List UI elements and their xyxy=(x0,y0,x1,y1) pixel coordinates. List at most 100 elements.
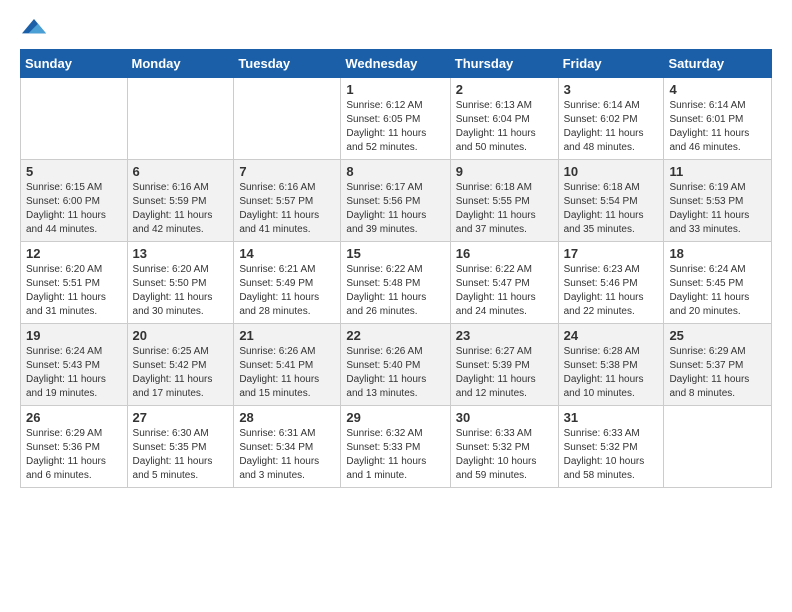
calendar-week-row: 12 Sunrise: 6:20 AM Sunset: 5:51 PM Dayli… xyxy=(21,242,772,324)
day-info: Sunrise: 6:13 AM Sunset: 6:04 PM Dayligh… xyxy=(456,99,553,155)
calendar-week-row: 26 Sunrise: 6:29 AM Sunset: 5:36 PM Dayli… xyxy=(21,406,772,488)
day-info: Sunrise: 6:20 AM Sunset: 5:51 PM Dayligh… xyxy=(26,263,122,319)
day-info: Sunrise: 6:14 AM Sunset: 6:02 PM Dayligh… xyxy=(564,99,659,155)
day-number: 23 xyxy=(456,328,553,343)
day-number: 17 xyxy=(564,246,659,261)
calendar-cell: 19Sunrise: 6:24 AM Sunset: 5:43 PM Dayli… xyxy=(21,324,128,406)
calendar-cell: 1 Sunrise: 6:12 AM Sunset: 6:05 PM Daylig… xyxy=(341,78,450,160)
day-number: 14 xyxy=(239,246,335,261)
calendar-cell: 6 Sunrise: 6:16 AM Sunset: 5:59 PM Daylig… xyxy=(127,160,234,242)
logo-icon xyxy=(22,15,46,39)
calendar-cell xyxy=(21,78,128,160)
day-info: Sunrise: 6:31 AM Sunset: 5:34 PM Dayligh… xyxy=(239,427,335,483)
calendar-cell: 13 Sunrise: 6:20 AM Sunset: 5:50 PM Dayli… xyxy=(127,242,234,324)
logo xyxy=(20,15,46,39)
day-number: 6 xyxy=(133,164,229,179)
day-info: Sunrise: 6:33 AM Sunset: 5:32 PM Dayligh… xyxy=(564,427,659,483)
calendar-cell: 31 Sunrise: 6:33 AM Sunset: 5:32 PM Dayli… xyxy=(558,406,664,488)
column-header-sunday: Sunday xyxy=(21,50,128,78)
day-number: 4 xyxy=(669,82,766,97)
calendar-cell: 3Sunrise: 6:14 AM Sunset: 6:02 PM Daylig… xyxy=(558,78,664,160)
day-info: Sunrise: 6:29 AM Sunset: 5:36 PM Dayligh… xyxy=(26,427,122,483)
day-info: Sunrise: 6:24 AM Sunset: 5:45 PM Dayligh… xyxy=(669,263,766,319)
day-info: Sunrise: 6:30 AM Sunset: 5:35 PM Dayligh… xyxy=(133,427,229,483)
day-info: Sunrise: 6:25 AM Sunset: 5:42 PM Dayligh… xyxy=(133,345,229,401)
day-info: Sunrise: 6:12 AM Sunset: 6:05 PM Dayligh… xyxy=(346,99,444,155)
day-info: Sunrise: 6:16 AM Sunset: 5:59 PM Dayligh… xyxy=(133,181,229,237)
calendar-cell: 21Sunrise: 6:26 AM Sunset: 5:41 PM Dayli… xyxy=(234,324,341,406)
calendar-cell: 5Sunrise: 6:15 AM Sunset: 6:00 PM Daylig… xyxy=(21,160,128,242)
calendar-cell: 25 Sunrise: 6:29 AM Sunset: 5:37 PM Dayli… xyxy=(664,324,772,406)
day-info: Sunrise: 6:21 AM Sunset: 5:49 PM Dayligh… xyxy=(239,263,335,319)
day-number: 7 xyxy=(239,164,335,179)
calendar-cell: 16 Sunrise: 6:22 AM Sunset: 5:47 PM Dayli… xyxy=(450,242,558,324)
day-info: Sunrise: 6:14 AM Sunset: 6:01 PM Dayligh… xyxy=(669,99,766,155)
calendar-header-row: SundayMondayTuesdayWednesdayThursdayFrid… xyxy=(21,50,772,78)
day-number: 8 xyxy=(346,164,444,179)
calendar-cell: 29Sunrise: 6:32 AM Sunset: 5:33 PM Dayli… xyxy=(341,406,450,488)
day-number: 12 xyxy=(26,246,122,261)
calendar-cell: 28 Sunrise: 6:31 AM Sunset: 5:34 PM Dayli… xyxy=(234,406,341,488)
calendar-cell: 8 Sunrise: 6:17 AM Sunset: 5:56 PM Daylig… xyxy=(341,160,450,242)
column-header-friday: Friday xyxy=(558,50,664,78)
day-number: 27 xyxy=(133,410,229,425)
day-info: Sunrise: 6:17 AM Sunset: 5:56 PM Dayligh… xyxy=(346,181,444,237)
day-info: Sunrise: 6:23 AM Sunset: 5:46 PM Dayligh… xyxy=(564,263,659,319)
calendar-cell: 23Sunrise: 6:27 AM Sunset: 5:39 PM Dayli… xyxy=(450,324,558,406)
calendar-cell: 24 Sunrise: 6:28 AM Sunset: 5:38 PM Dayli… xyxy=(558,324,664,406)
calendar-cell: 18 Sunrise: 6:24 AM Sunset: 5:45 PM Dayli… xyxy=(664,242,772,324)
day-info: Sunrise: 6:18 AM Sunset: 5:54 PM Dayligh… xyxy=(564,181,659,237)
calendar-cell: 7 Sunrise: 6:16 AM Sunset: 5:57 PM Daylig… xyxy=(234,160,341,242)
column-header-wednesday: Wednesday xyxy=(341,50,450,78)
day-info: Sunrise: 6:22 AM Sunset: 5:47 PM Dayligh… xyxy=(456,263,553,319)
calendar-cell: 4 Sunrise: 6:14 AM Sunset: 6:01 PM Daylig… xyxy=(664,78,772,160)
day-number: 13 xyxy=(133,246,229,261)
calendar-cell xyxy=(664,406,772,488)
day-info: Sunrise: 6:18 AM Sunset: 5:55 PM Dayligh… xyxy=(456,181,553,237)
calendar-cell: 22Sunrise: 6:26 AM Sunset: 5:40 PM Dayli… xyxy=(341,324,450,406)
calendar-week-row: 19Sunrise: 6:24 AM Sunset: 5:43 PM Dayli… xyxy=(21,324,772,406)
day-number: 24 xyxy=(564,328,659,343)
calendar-cell: 11Sunrise: 6:19 AM Sunset: 5:53 PM Dayli… xyxy=(664,160,772,242)
day-number: 5 xyxy=(26,164,122,179)
column-header-saturday: Saturday xyxy=(664,50,772,78)
day-info: Sunrise: 6:16 AM Sunset: 5:57 PM Dayligh… xyxy=(239,181,335,237)
day-info: Sunrise: 6:33 AM Sunset: 5:32 PM Dayligh… xyxy=(456,427,553,483)
calendar-cell: 17 Sunrise: 6:23 AM Sunset: 5:46 PM Dayli… xyxy=(558,242,664,324)
day-info: Sunrise: 6:26 AM Sunset: 5:40 PM Dayligh… xyxy=(346,345,444,401)
day-number: 18 xyxy=(669,246,766,261)
day-number: 25 xyxy=(669,328,766,343)
day-number: 10 xyxy=(564,164,659,179)
day-number: 11 xyxy=(669,164,766,179)
calendar-cell: 14 Sunrise: 6:21 AM Sunset: 5:49 PM Dayli… xyxy=(234,242,341,324)
day-number: 31 xyxy=(564,410,659,425)
page: SundayMondayTuesdayWednesdayThursdayFrid… xyxy=(0,0,792,503)
column-header-thursday: Thursday xyxy=(450,50,558,78)
calendar-cell: 15Sunrise: 6:22 AM Sunset: 5:48 PM Dayli… xyxy=(341,242,450,324)
day-info: Sunrise: 6:20 AM Sunset: 5:50 PM Dayligh… xyxy=(133,263,229,319)
calendar-table: SundayMondayTuesdayWednesdayThursdayFrid… xyxy=(20,49,772,488)
calendar-cell: 27 Sunrise: 6:30 AM Sunset: 5:35 PM Dayli… xyxy=(127,406,234,488)
column-header-monday: Monday xyxy=(127,50,234,78)
calendar-cell xyxy=(127,78,234,160)
day-number: 16 xyxy=(456,246,553,261)
column-header-tuesday: Tuesday xyxy=(234,50,341,78)
day-number: 30 xyxy=(456,410,553,425)
day-info: Sunrise: 6:29 AM Sunset: 5:37 PM Dayligh… xyxy=(669,345,766,401)
day-info: Sunrise: 6:32 AM Sunset: 5:33 PM Dayligh… xyxy=(346,427,444,483)
day-info: Sunrise: 6:22 AM Sunset: 5:48 PM Dayligh… xyxy=(346,263,444,319)
calendar-week-row: 5Sunrise: 6:15 AM Sunset: 6:00 PM Daylig… xyxy=(21,160,772,242)
day-info: Sunrise: 6:26 AM Sunset: 5:41 PM Dayligh… xyxy=(239,345,335,401)
calendar-week-row: 1 Sunrise: 6:12 AM Sunset: 6:05 PM Daylig… xyxy=(21,78,772,160)
day-info: Sunrise: 6:28 AM Sunset: 5:38 PM Dayligh… xyxy=(564,345,659,401)
day-number: 2 xyxy=(456,82,553,97)
calendar-cell xyxy=(234,78,341,160)
calendar-cell: 30 Sunrise: 6:33 AM Sunset: 5:32 PM Dayli… xyxy=(450,406,558,488)
day-number: 1 xyxy=(346,82,444,97)
day-info: Sunrise: 6:24 AM Sunset: 5:43 PM Dayligh… xyxy=(26,345,122,401)
calendar-cell: 2 Sunrise: 6:13 AM Sunset: 6:04 PM Daylig… xyxy=(450,78,558,160)
day-number: 26 xyxy=(26,410,122,425)
calendar-cell: 10 Sunrise: 6:18 AM Sunset: 5:54 PM Dayli… xyxy=(558,160,664,242)
day-number: 28 xyxy=(239,410,335,425)
day-number: 9 xyxy=(456,164,553,179)
